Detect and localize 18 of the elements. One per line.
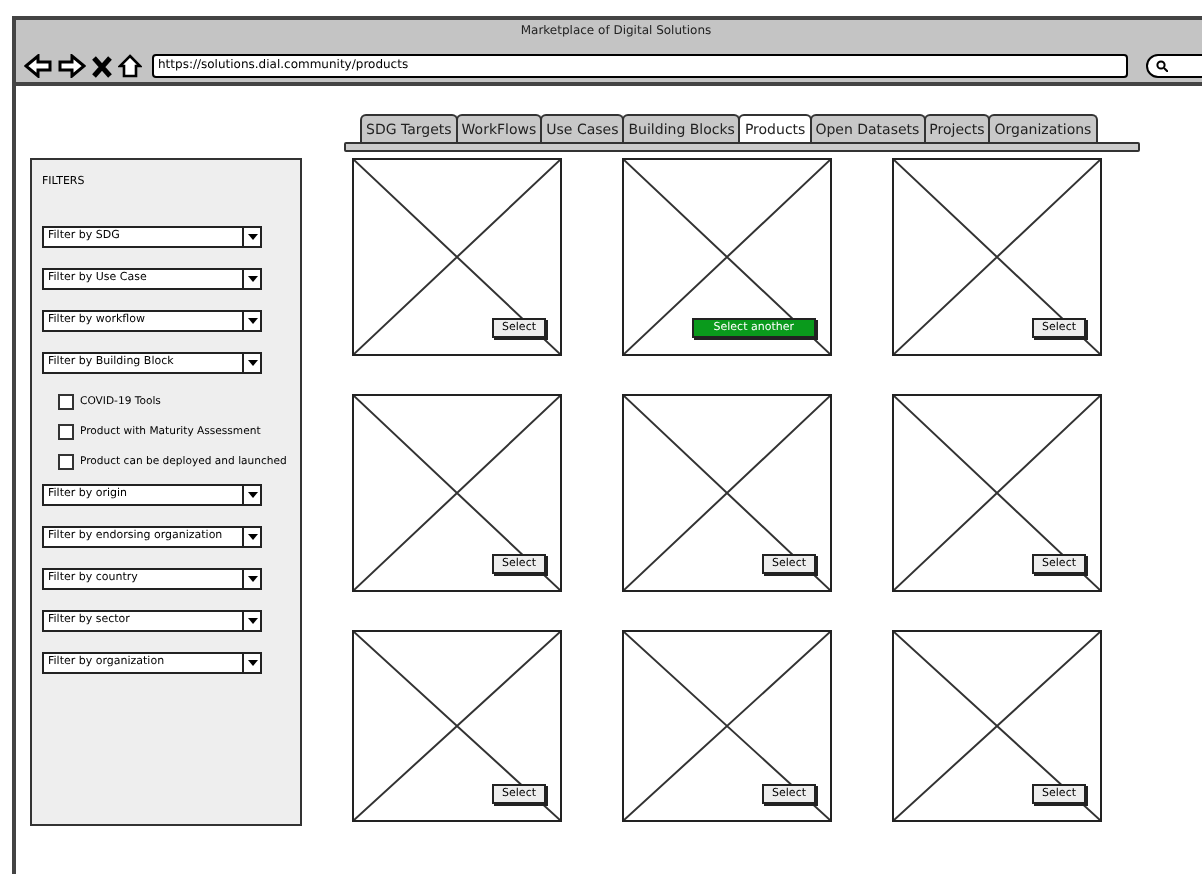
forward-icon[interactable] [58,54,86,78]
dropdown-arrow-icon [247,318,257,324]
back-icon[interactable] [24,54,52,78]
checkbox[interactable] [58,424,74,440]
dropdown-arrow-icon [247,276,257,282]
checkbox[interactable] [58,454,74,470]
close-icon[interactable] [92,55,112,77]
dropdown-arrow-icon [247,618,257,624]
checkbox[interactable] [58,394,74,410]
dropdown-arrow-icon [247,492,257,498]
dropdown-arrow-icon [247,660,257,666]
dropdown-arrow-icon [247,234,257,240]
search-icon [1156,60,1168,72]
dropdown-arrow-icon [247,576,257,582]
home-icon[interactable] [118,54,142,78]
dropdown-arrow-icon [247,360,257,366]
dropdown-arrow-icon [247,534,257,540]
search-field[interactable] [1146,54,1202,78]
